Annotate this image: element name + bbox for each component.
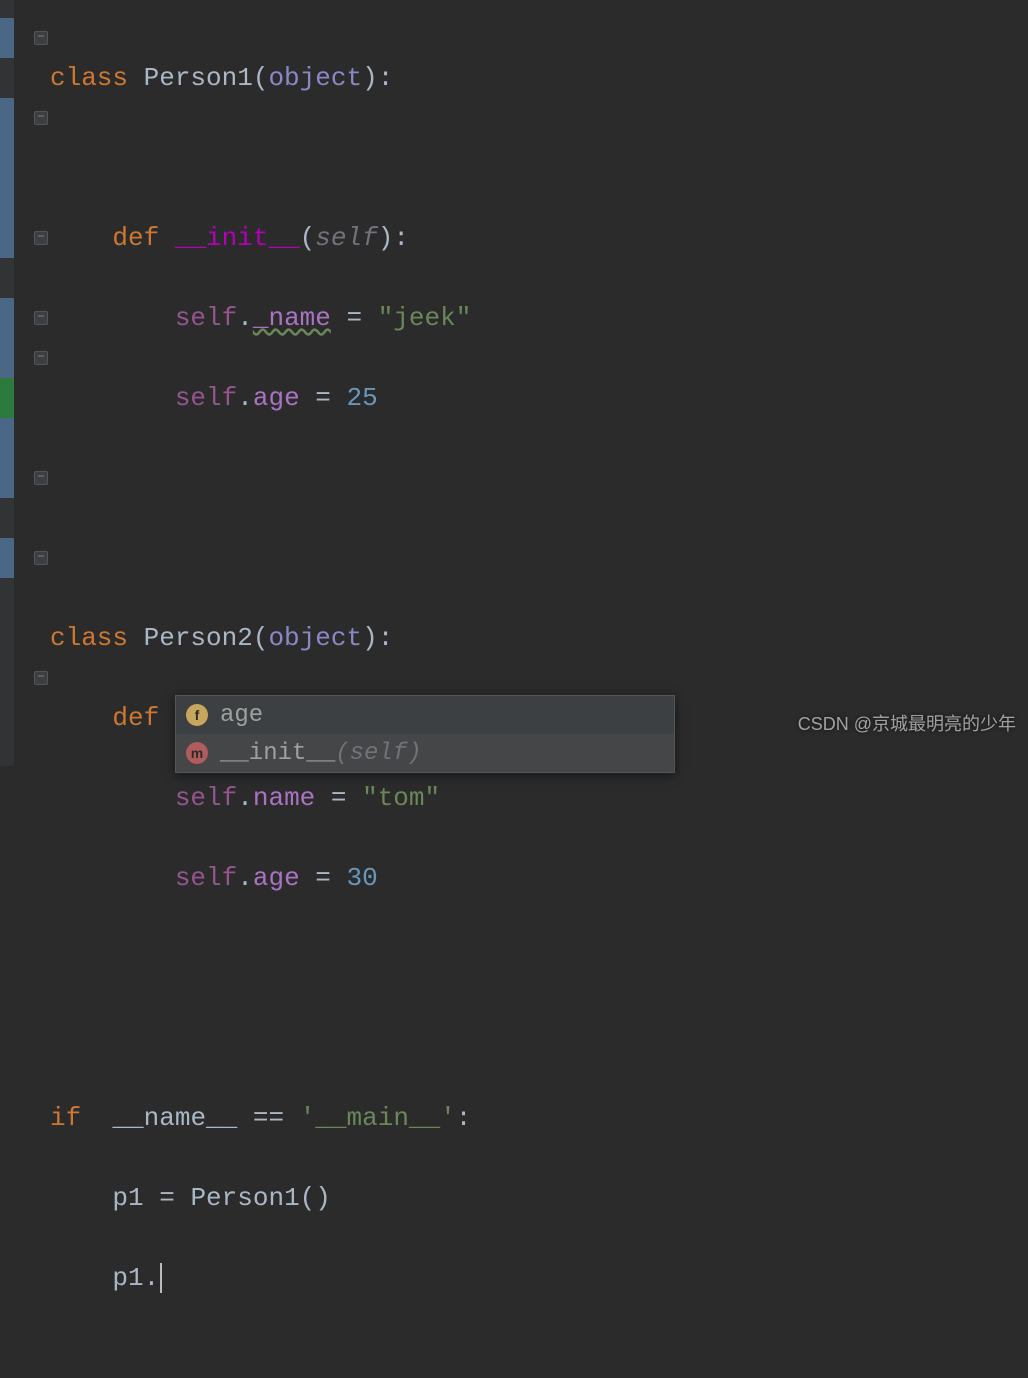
code-area[interactable]: class Person1(object): def __init__(self…: [50, 0, 1028, 766]
method-icon: m: [186, 742, 208, 764]
code-line: class Person1(object):: [50, 58, 1028, 98]
code-line: if __name__ == '__main__':: [50, 1098, 1028, 1138]
autocomplete-popup[interactable]: f age m __init__(self): [175, 695, 675, 773]
fold-icon[interactable]: [34, 111, 48, 125]
autocomplete-item[interactable]: m __init__(self): [176, 734, 674, 772]
watermark: CSDN @京城最明亮的少年: [798, 710, 1016, 736]
code-line: self.age = 25: [50, 378, 1028, 418]
autocomplete-label: age: [220, 702, 263, 729]
code-line: self._name = "jeek": [50, 298, 1028, 338]
fold-icon[interactable]: [34, 231, 48, 245]
code-line: def __init__(self):: [50, 218, 1028, 258]
code-line: p1.: [50, 1258, 1028, 1298]
code-line: self.age = 30: [50, 858, 1028, 898]
field-icon: f: [186, 704, 208, 726]
autocomplete-item[interactable]: f age: [176, 696, 674, 734]
code-line: self.name = "tom": [50, 778, 1028, 818]
code-editor[interactable]: class Person1(object): def __init__(self…: [0, 0, 1028, 766]
fold-icon[interactable]: [34, 471, 48, 485]
code-line: [50, 138, 1028, 178]
fold-icon[interactable]: [34, 31, 48, 45]
autocomplete-label: __init__(self): [220, 740, 422, 767]
code-line: [50, 1018, 1028, 1058]
fold-icon[interactable]: [34, 551, 48, 565]
fold-icon[interactable]: [34, 351, 48, 365]
code-line: p1 = Person1(): [50, 1178, 1028, 1218]
text-caret: [160, 1263, 162, 1293]
code-line: class Person2(object):: [50, 618, 1028, 658]
gutter: [0, 0, 50, 766]
fold-icon[interactable]: [34, 671, 48, 685]
code-line: [50, 458, 1028, 498]
fold-icon[interactable]: [34, 311, 48, 325]
code-line: [50, 938, 1028, 978]
code-line: [50, 538, 1028, 578]
